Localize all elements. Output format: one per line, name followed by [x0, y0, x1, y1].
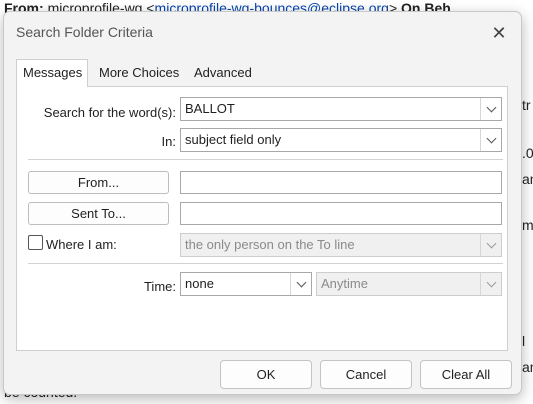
bg-fragment: tr [522, 97, 531, 113]
close-icon: ✕ [491, 23, 507, 43]
time-label: Time: [143, 279, 176, 294]
bg-fragment: an [522, 359, 533, 375]
separator [28, 159, 503, 160]
where-i-am-label: Where I am: [46, 237, 117, 252]
tab-more-choices[interactable]: More Choices [93, 61, 185, 87]
tab-messages[interactable]: Messages [16, 59, 88, 87]
from-field[interactable] [180, 171, 502, 194]
bg-fragment: m [522, 217, 533, 233]
from-button[interactable]: From... [28, 171, 169, 194]
bg-fragment: l [522, 333, 526, 349]
chevron-down-icon [486, 238, 496, 249]
dropdown-arrow [480, 234, 501, 256]
time-range-select: Anytime [316, 272, 502, 296]
bg-fragment: .0 [522, 145, 533, 161]
dropdown-arrow[interactable] [480, 98, 501, 120]
where-i-am-value: the only person on the To line [185, 237, 355, 252]
sent-to-field[interactable] [180, 202, 502, 225]
sent-to-button[interactable]: Sent To... [28, 202, 169, 225]
close-button[interactable]: ✕ [487, 22, 511, 44]
in-label: In: [161, 134, 176, 149]
search-words-label: Search for the word(s): [43, 105, 176, 120]
bg-fragment: an [522, 171, 533, 187]
ok-button[interactable]: OK [220, 360, 312, 389]
search-words-value: BALLOT [185, 101, 235, 116]
search-folder-criteria-dialog: Search Folder Criteria ✕ Messages More C… [3, 11, 522, 395]
dialog-title: Search Folder Criteria [16, 24, 153, 40]
dropdown-arrow[interactable] [290, 273, 311, 295]
dropdown-arrow[interactable] [480, 129, 501, 151]
cancel-button[interactable]: Cancel [320, 360, 412, 389]
tab-advanced[interactable]: Advanced [188, 61, 260, 87]
chevron-down-icon [486, 102, 496, 113]
chevron-down-icon [296, 277, 306, 288]
where-i-am-select: the only person on the To line [180, 233, 502, 257]
time-select[interactable]: none [180, 272, 312, 296]
chevron-down-icon [486, 277, 496, 288]
separator [28, 263, 503, 264]
clear-all-button[interactable]: Clear All [420, 360, 512, 389]
time-value: none [185, 276, 214, 291]
where-i-am-checkbox[interactable] [28, 235, 43, 250]
chevron-down-icon [486, 133, 496, 144]
in-select[interactable]: subject field only [180, 128, 502, 152]
time-range-value: Anytime [321, 276, 368, 291]
in-value: subject field only [185, 132, 282, 147]
dropdown-arrow [480, 273, 501, 295]
search-words-combo[interactable]: BALLOT [180, 97, 502, 121]
